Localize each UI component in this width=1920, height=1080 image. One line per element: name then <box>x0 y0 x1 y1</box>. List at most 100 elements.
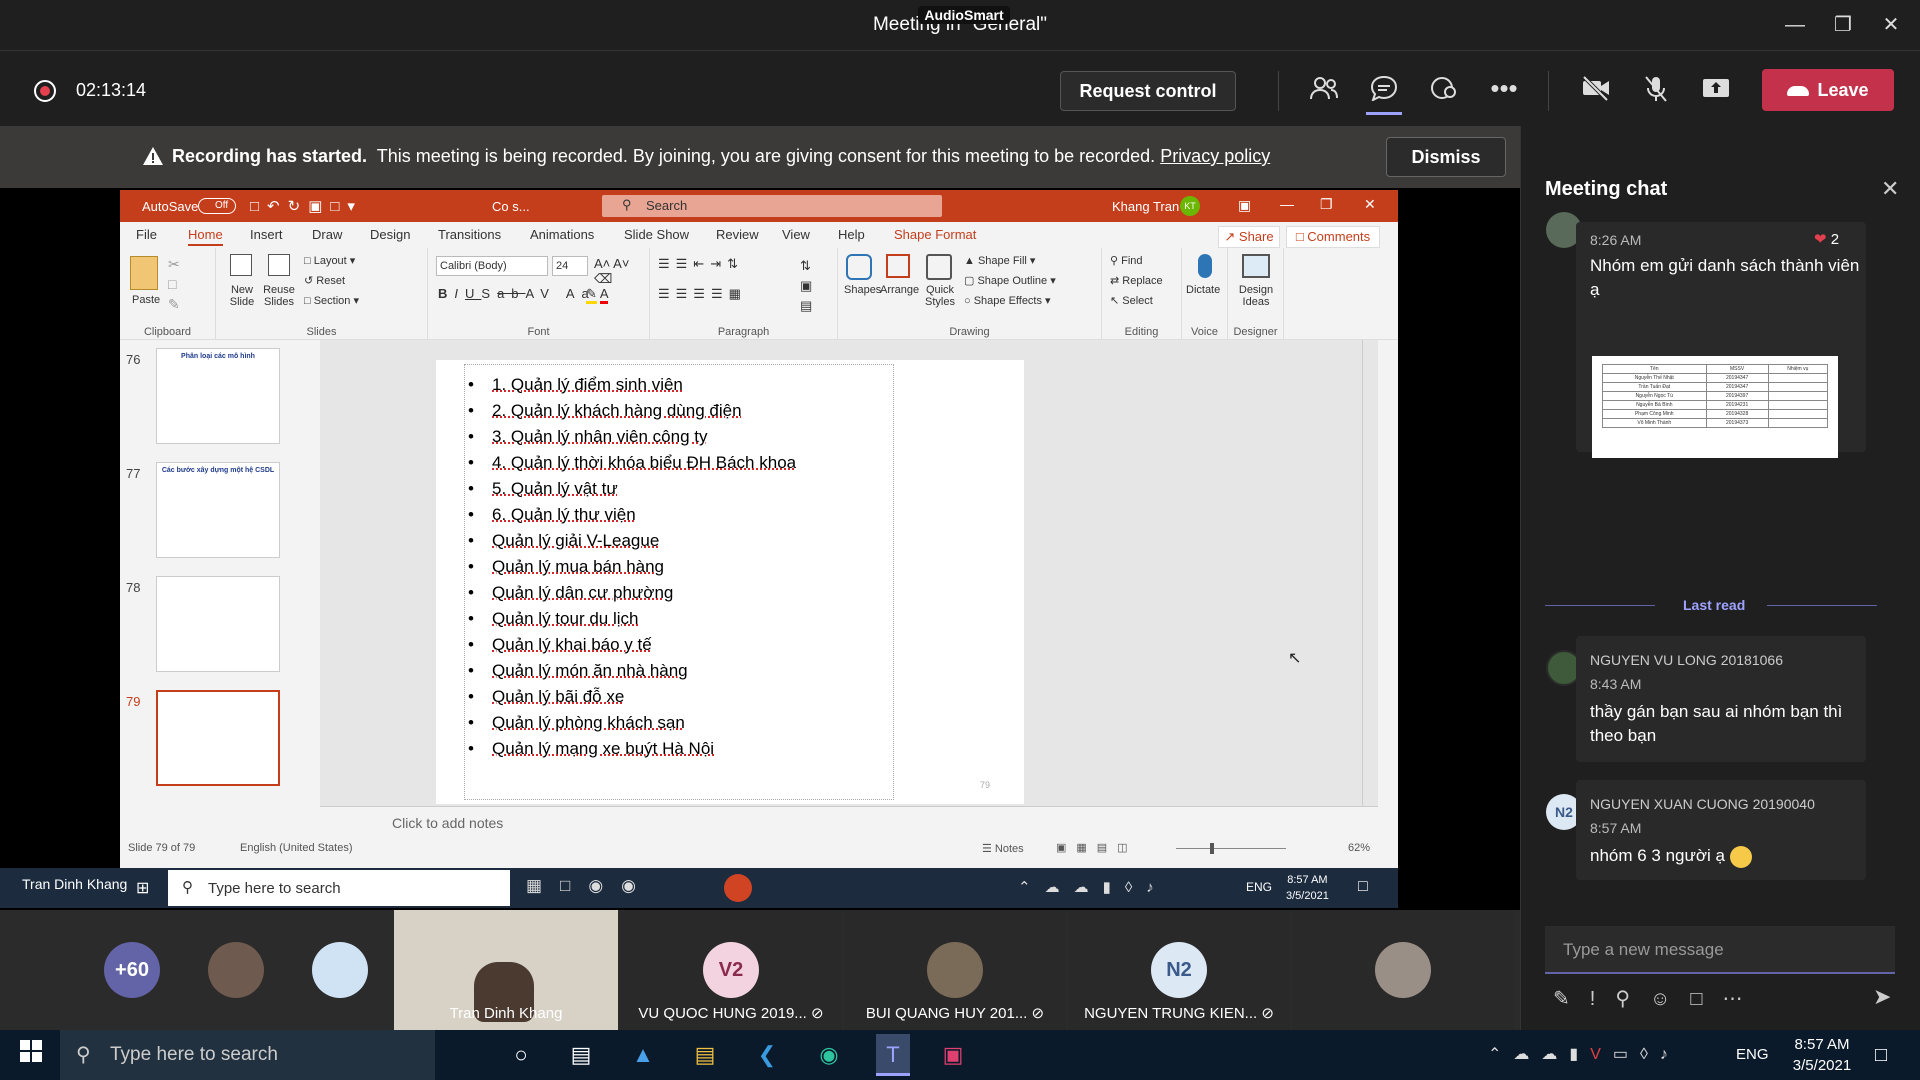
taskbar-clock[interactable]: 8:57 AM 3/5/2021 <box>1780 1034 1864 1076</box>
overflow-count[interactable]: +60 <box>104 942 160 998</box>
quick-access-icons[interactable]: □↶↻▣□▾ <box>250 197 363 215</box>
ribbon-tab[interactable]: View <box>782 227 810 242</box>
zoom-level[interactable]: 62% <box>1348 842 1370 854</box>
taskbar-search-box[interactable]: ⚲ Type here to search <box>60 1030 435 1080</box>
notes-button[interactable]: ☰ Notes <box>982 842 1024 855</box>
dictate-button[interactable]: Dictate <box>1186 284 1220 296</box>
task-view-icon[interactable]: ▤ <box>566 1040 596 1070</box>
close-window-icon[interactable]: ✕ <box>1868 8 1914 42</box>
participant-photo[interactable] <box>208 942 264 998</box>
participant-overflow[interactable]: +60 <box>0 910 392 1030</box>
ribbon-tab[interactable]: Transitions <box>438 227 501 242</box>
more-options-icon[interactable]: ••• <box>1486 75 1522 107</box>
canvas-scrollbar[interactable] <box>1362 340 1378 806</box>
participant-tile[interactable]: BUI QUANG HUY 201... ⊘ <box>844 910 1066 1030</box>
restore-icon[interactable]: ❐ <box>1820 8 1866 42</box>
select-button[interactable]: ↖ Select <box>1110 294 1153 307</box>
ribbon-tab[interactable]: Review <box>716 227 759 242</box>
participant-tile[interactable] <box>1292 910 1514 1030</box>
notes-pane[interactable]: Click to add notes <box>320 806 1378 838</box>
clipboard-tools[interactable]: ✂ □ ✎ <box>168 254 180 314</box>
shape-effects-button[interactable]: ○ Shape Effects ▾ <box>964 294 1051 307</box>
ribbon-tab[interactable]: Home <box>188 227 223 246</box>
slide-thumbnail[interactable]: Các bước xây dựng một hệ CSDL <box>156 462 280 558</box>
file-name[interactable]: Co s... <box>492 199 530 214</box>
edge-icon[interactable]: ◉ <box>814 1040 844 1070</box>
reset-button[interactable]: ↺ Reset <box>304 274 345 287</box>
reuse-slides-button[interactable]: Reuse Slides <box>262 284 296 308</box>
section-button[interactable]: □ Section ▾ <box>304 294 359 307</box>
request-control-button[interactable]: Request control <box>1060 71 1236 111</box>
list-buttons[interactable]: ☰☰⇤⇥⇅ <box>658 256 744 272</box>
ribbon-tab[interactable]: Design <box>370 227 410 242</box>
paste-button[interactable]: Paste <box>132 294 160 306</box>
shape-outline-button[interactable]: ▢ Shape Outline ▾ <box>964 274 1056 287</box>
participant-tile[interactable]: N2 NGUYEN TRUNG KIEN... ⊘ <box>1068 910 1290 1030</box>
share-screen-icon[interactable] <box>1698 75 1734 107</box>
message-image[interactable]: Tên MSSV Nhiệm vụ Nguyễn Thế Nhật 20194347 Tr… <box>1592 356 1838 458</box>
view-buttons[interactable]: ▣▦▤◫ <box>1056 841 1138 854</box>
participant-tile[interactable]: V2 VU QUOC HUNG 2019... ⊘ <box>620 910 842 1030</box>
leave-button[interactable]: Leave <box>1762 69 1894 111</box>
ribbon-tab[interactable]: Draw <box>312 227 342 242</box>
autosave-toggle[interactable]: Off <box>198 198 236 214</box>
text-color-buttons[interactable]: ✎ A <box>586 286 609 304</box>
ppt-close-icon[interactable]: ✕ <box>1364 196 1376 213</box>
cortana-icon[interactable]: ○ <box>506 1040 536 1070</box>
minimize-icon[interactable]: — <box>1772 8 1818 42</box>
privacy-policy-link[interactable]: Privacy policy <box>1160 146 1270 166</box>
ribbon-tab[interactable]: Animations <box>530 227 594 242</box>
slide-thumbnail[interactable] <box>156 576 280 672</box>
user-avatar[interactable]: KT <box>1180 196 1200 216</box>
jetbrains-icon[interactable]: ▣ <box>938 1040 968 1070</box>
mic-off-icon[interactable] <box>1638 75 1674 107</box>
ribbon-display-icon[interactable]: ▣ <box>1238 197 1251 214</box>
comments-button[interactable]: □ Comments <box>1286 226 1380 248</box>
ppt-search-box[interactable]: ⚲ Search <box>602 195 942 217</box>
system-tray-icons[interactable]: ⌃☁☁▮V▭◊♪ <box>1488 1044 1680 1064</box>
design-ideas-button[interactable]: Design Ideas <box>1234 284 1278 308</box>
chat-message[interactable]: 8:26 AM ❤ 2 Nhóm em gửi danh sách thành … <box>1576 222 1866 458</box>
zoom-thumb[interactable] <box>1210 843 1214 854</box>
shape-fill-button[interactable]: ▲ Shape Fill ▾ <box>964 254 1035 267</box>
message-compose-box[interactable]: Type a new message <box>1545 926 1895 974</box>
compose-toolbar-icons[interactable]: ✎!⚲☺□⋯ <box>1553 986 1762 1011</box>
font-size-buttons[interactable]: A˄ A˅ ⌫ <box>594 256 649 287</box>
windows-start-icon[interactable] <box>16 1040 46 1070</box>
font-size-select[interactable]: 24 <box>552 256 588 276</box>
chat-icon[interactable] <box>1366 75 1402 115</box>
chat-message[interactable]: NGUYEN XUAN CUONG 20190040 8:57 AM nhóm … <box>1576 780 1866 880</box>
new-slide-button[interactable]: New Slide <box>226 284 258 308</box>
camera-off-icon[interactable] <box>1578 75 1614 107</box>
quick-styles-button[interactable]: Quick Styles <box>922 284 958 308</box>
reactions-icon[interactable] <box>1426 75 1462 107</box>
dismiss-button[interactable]: Dismiss <box>1386 137 1506 177</box>
vscode-icon[interactable]: ❮ <box>752 1040 782 1070</box>
ribbon-tab[interactable]: Help <box>838 227 865 242</box>
language-status[interactable]: English (United States) <box>240 842 353 854</box>
ppt-restore-icon[interactable]: ❐ <box>1320 196 1333 213</box>
replace-button[interactable]: ⇄ Replace <box>1110 274 1163 287</box>
zoom-slider[interactable] <box>1176 848 1286 849</box>
ribbon-tab[interactable]: Shape Format <box>894 227 976 242</box>
font-name-select[interactable]: Calibri (Body) <box>436 256 548 276</box>
shapes-button[interactable]: Shapes <box>844 284 881 296</box>
participant-video-tile[interactable]: Tran Dinh Khang <box>394 910 618 1030</box>
ribbon-tab[interactable]: Insert <box>250 227 283 242</box>
heart-reaction[interactable]: ❤ 2 <box>1814 230 1839 248</box>
arrange-button[interactable]: Arrange <box>880 284 919 296</box>
share-button[interactable]: ↗ Share <box>1218 226 1280 248</box>
participants-icon[interactable] <box>1306 75 1342 107</box>
text-direction-buttons[interactable]: ⇅ ▣ ▤ <box>800 256 812 316</box>
font-format-buttons[interactable]: BIUSabAV Aa <box>438 286 596 301</box>
app-icon[interactable]: ▲ <box>628 1040 658 1070</box>
taskbar-lang[interactable]: ENG <box>1736 1046 1769 1063</box>
ppt-minimize-icon[interactable]: — <box>1280 196 1294 212</box>
chat-message[interactable]: NGUYEN VU LONG 20181066 8:43 AM thầy gán… <box>1576 636 1866 762</box>
slide-thumbnail[interactable] <box>156 690 280 786</box>
ribbon-tab[interactable]: File <box>136 227 157 242</box>
slide-thumbnail[interactable]: Phân loại các mô hình <box>156 348 280 444</box>
participant-photo[interactable] <box>312 942 368 998</box>
notification-icon[interactable]: □ <box>1866 1040 1896 1070</box>
ribbon-tab[interactable]: Slide Show <box>624 227 689 242</box>
